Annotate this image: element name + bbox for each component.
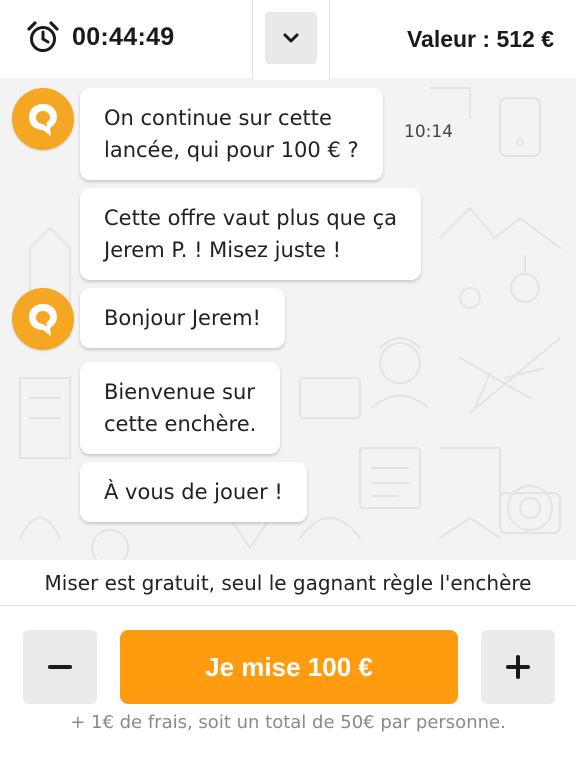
auction-logo-icon — [29, 304, 57, 336]
timer-value: 00:44:49 — [72, 22, 175, 51]
chat-message: Bienvenue sur cette enchère. — [80, 362, 281, 454]
message-line: cette enchère. — [104, 412, 257, 436]
plus-icon — [506, 655, 530, 679]
countdown-timer: 00:44:49 — [26, 20, 174, 54]
collapse-button[interactable] — [265, 12, 317, 64]
message-line: lancée, qui pour 100 € ? — [104, 138, 359, 162]
alarm-clock-icon — [27, 21, 59, 52]
auction-value: Valeur : 512 € — [406, 26, 554, 52]
fees-note: + 1€ de frais, soit un total de 50€ par … — [70, 712, 506, 733]
place-bid-button[interactable]: Je mise 100 € — [120, 630, 458, 704]
message-line: On continue sur cette — [104, 106, 332, 130]
chat-panel[interactable]: On continue sur cette lancée, qui pour 1… — [0, 78, 576, 560]
message-timestamp: 10:14 — [404, 122, 453, 142]
increase-bid-button[interactable] — [481, 630, 555, 704]
auction-logo-icon — [29, 104, 57, 136]
agent-avatar — [12, 288, 74, 350]
message-line: Bonjour Jerem! — [104, 306, 261, 330]
message-line: À vous de jouer ! — [104, 480, 283, 504]
bidding-notice: Miser est gratuit, seul le gagnant règle… — [0, 560, 576, 606]
bid-controls: Je mise 100 € + 1€ de frais, soit un tot… — [0, 606, 576, 768]
chat-message: Bonjour Jerem! — [80, 288, 285, 348]
message-line: Bienvenue sur — [104, 380, 255, 404]
chat-message: À vous de jouer ! — [80, 462, 307, 522]
collapse-tab — [252, 0, 330, 80]
decrease-bid-button[interactable] — [23, 630, 97, 704]
message-line: Jerem P. ! Misez juste ! — [104, 238, 342, 262]
chat-message: On continue sur cette lancée, qui pour 1… — [80, 88, 383, 180]
agent-avatar — [12, 88, 74, 150]
minus-icon — [48, 665, 72, 669]
chat-message: Cette offre vaut plus que ça Jerem P. ! … — [80, 188, 421, 280]
message-line: Cette offre vaut plus que ça — [104, 206, 397, 230]
chevron-down-icon — [283, 33, 299, 43]
place-bid-label: Je mise 100 € — [205, 651, 373, 682]
